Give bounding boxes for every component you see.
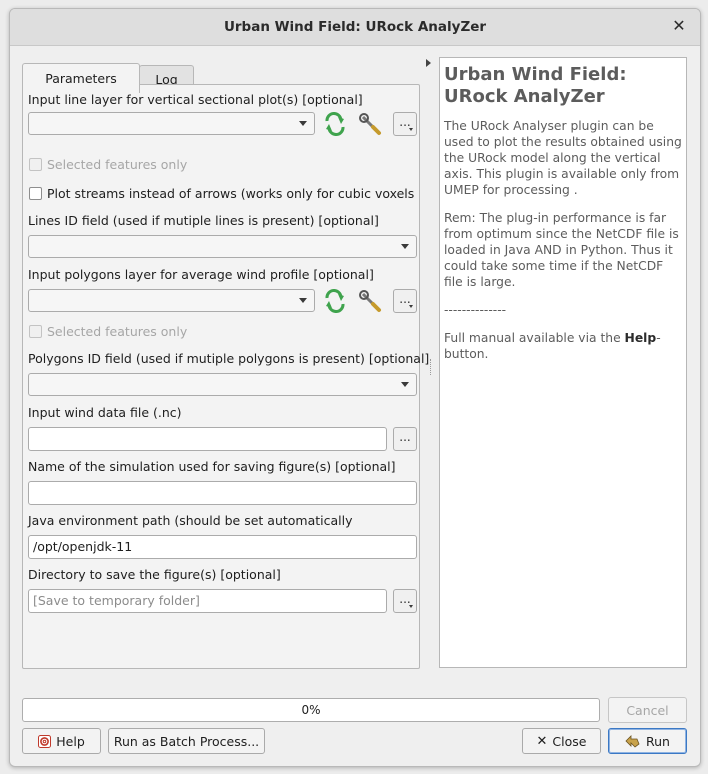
run-button[interactable]: Run: [608, 728, 687, 754]
chevron-down-icon: [409, 605, 413, 608]
run-arrow-icon: [625, 734, 640, 748]
parameters-panel: Input line layer for vertical sectional …: [22, 84, 429, 669]
batch-button-label: Run as Batch Process...: [113, 733, 260, 749]
java-path-input[interactable]: /opt/openjdk-11: [28, 535, 417, 559]
save-dir-label: Directory to save the figure(s) [optiona…: [28, 567, 281, 582]
cancel-label: Cancel: [626, 702, 669, 718]
wind-file-label: Input wind data file (.nc): [28, 405, 182, 420]
close-icon[interactable]: ✕: [670, 17, 688, 35]
browse-label: ...: [399, 430, 411, 444]
selected-only-checkbox-2[interactable]: [29, 325, 42, 338]
iterate-icon[interactable]: [322, 289, 348, 313]
help-p3-bold: Help: [624, 331, 657, 345]
help-paragraph-1: The URock Analyser plugin can be used to…: [444, 119, 682, 197]
lines-id-label: Lines ID field (used if mutiple lines is…: [28, 213, 379, 228]
poly-layer-browse-button[interactable]: ...: [393, 289, 417, 313]
help-button[interactable]: Help: [22, 728, 101, 754]
plot-streams-checkbox[interactable]: [29, 187, 42, 200]
tab-parameters[interactable]: Parameters: [22, 63, 140, 93]
help-p3-pre: Full manual available via the: [444, 331, 625, 345]
run-button-label: Run: [646, 733, 670, 749]
title-bar: Urban Wind Field: URock AnalyZer ✕: [10, 9, 700, 46]
help-title: Urban Wind Field: URock AnalyZer: [444, 64, 627, 107]
chevron-down-icon: [401, 382, 409, 387]
chevron-down-icon: [409, 305, 413, 308]
sim-name-label: Name of the simulation used for saving f…: [28, 459, 396, 474]
help-separator: --------------: [444, 303, 507, 317]
close-button-label: Close: [552, 733, 587, 749]
lifebuoy-icon: [38, 734, 52, 748]
save-dir-browse-button[interactable]: ...: [393, 589, 417, 613]
selected-only-label-1: Selected features only: [47, 157, 188, 172]
chevron-down-icon: [409, 128, 413, 131]
wind-file-browse-button[interactable]: ...: [393, 427, 417, 451]
poly-layer-combo[interactable]: [28, 289, 315, 312]
chevron-down-icon: [299, 298, 307, 303]
browse-label: ...: [399, 115, 411, 129]
progress-bar: 0%: [22, 698, 600, 722]
help-paragraph-3: Full manual available via the Help-butto…: [444, 330, 682, 362]
splitter-handle[interactable]: [430, 359, 433, 375]
chevron-down-icon: [299, 121, 307, 126]
line-layer-browse-button[interactable]: ...: [393, 112, 417, 136]
poly-id-combo[interactable]: [28, 373, 417, 396]
line-layer-combo[interactable]: [28, 112, 315, 135]
wrench-icon[interactable]: [358, 112, 384, 136]
java-path-label: Java environment path (should be set aut…: [28, 513, 353, 528]
lines-id-combo[interactable]: [28, 235, 417, 258]
close-button[interactable]: ✕ Close: [522, 728, 601, 754]
progress-text: 0%: [301, 703, 321, 717]
help-button-label: Help: [56, 733, 85, 749]
help-paragraph-2: Rem: The plug-in performance is far from…: [444, 211, 679, 289]
collapse-arrow-icon[interactable]: [426, 59, 431, 67]
dialog-window: Urban Wind Field: URock AnalyZer ✕ Param…: [9, 8, 701, 767]
wind-file-input[interactable]: [28, 427, 387, 451]
sim-name-input[interactable]: [28, 481, 417, 505]
close-x-icon: ✕: [536, 733, 548, 749]
plot-streams-label: Plot streams instead of arrows (works on…: [47, 186, 415, 201]
line-layer-label: Input line layer for vertical sectional …: [28, 92, 363, 107]
browse-label: ...: [399, 592, 411, 606]
chevron-down-icon: [401, 244, 409, 249]
selected-only-checkbox-1[interactable]: [29, 158, 42, 171]
iterate-icon[interactable]: [322, 112, 348, 136]
help-panel: Urban Wind Field: URock AnalyZer The URo…: [439, 57, 687, 668]
poly-id-label: Polygons ID field (used if mutiple polyg…: [28, 351, 430, 366]
window-title: Urban Wind Field: URock AnalyZer: [223, 19, 487, 35]
poly-layer-label: Input polygons layer for average wind pr…: [28, 267, 374, 282]
cancel-button[interactable]: Cancel: [608, 697, 687, 723]
browse-label: ...: [399, 292, 411, 306]
batch-process-button[interactable]: Run as Batch Process...: [108, 728, 265, 754]
wrench-icon[interactable]: [358, 289, 384, 313]
tab-parameters-label: Parameters: [45, 71, 117, 86]
save-dir-input[interactable]: [Save to temporary folder]: [28, 589, 387, 613]
selected-only-label-2: Selected features only: [47, 324, 188, 339]
